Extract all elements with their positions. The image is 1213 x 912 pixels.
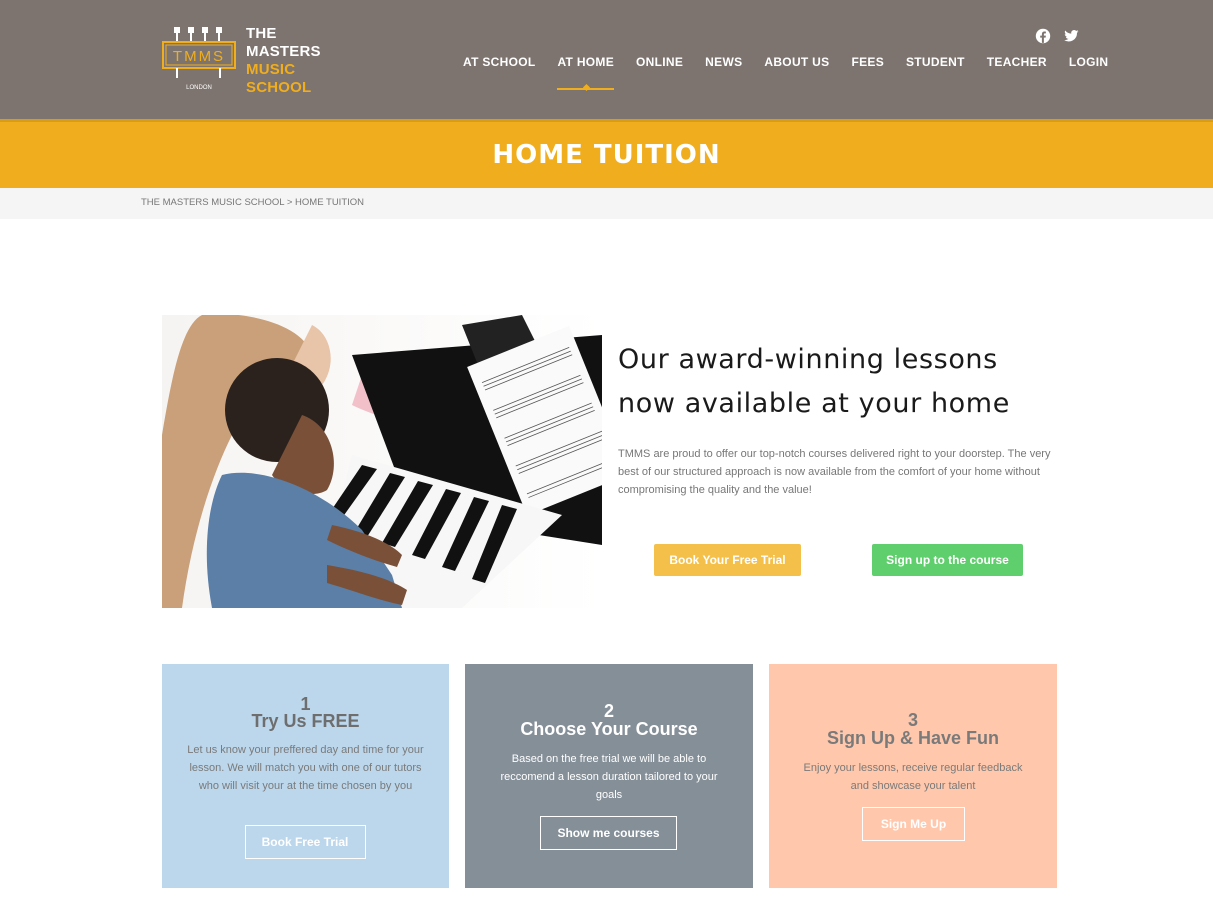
step-card-2: 2 Choose Your Course Based on the free t…	[465, 664, 753, 888]
sign-me-up-button[interactable]: Sign Me Up	[862, 807, 965, 841]
hero-heading-line-2: now available at your home	[618, 388, 1010, 419]
step-number: 3	[907, 710, 918, 730]
site-logo[interactable]: TMMS LONDON THE MASTERS MUSIC SCHOOL	[162, 25, 322, 97]
step-title: Choose Your Course	[520, 719, 698, 739]
logo-mark-text: TMMS	[173, 48, 225, 65]
tmms-logo-mark: TMMS LONDON	[162, 27, 236, 91]
logo-mark-sub: LONDON	[186, 85, 212, 91]
breadcrumb[interactable]: THE MASTERS MUSIC SCHOOL > HOME TUITION	[141, 197, 364, 208]
nav-item-student[interactable]: STUDENT	[906, 55, 965, 69]
step-card-3: 3 Sign Up & Have Fun Enjoy your lessons,…	[769, 664, 1057, 888]
logo-line-2: MASTERS	[246, 43, 321, 60]
step-title: Sign Up & Have Fun	[826, 728, 999, 748]
step-title: Try Us FREE	[251, 711, 360, 731]
nav-item-fees[interactable]: FEES	[851, 55, 884, 69]
facebook-icon[interactable]	[1035, 28, 1051, 44]
sign-up-course-button[interactable]: Sign up to the course	[872, 544, 1023, 576]
step-description: Based on the free trial we will be able …	[500, 753, 718, 801]
piano-lesson-photo	[162, 315, 602, 608]
hero-description: TMMS are proud to offer our top-notch co…	[618, 448, 1051, 496]
nav-item-at-home[interactable]: AT HOME	[557, 55, 614, 90]
main-nav: AT SCHOOL AT HOME ONLINE NEWS ABOUT US FEES ST…	[463, 55, 1109, 90]
hero-heading: Our award-winning lessons now available …	[618, 338, 1058, 426]
nav-item-online[interactable]: ONLINE	[636, 55, 683, 69]
nav-item-teacher[interactable]: TEACHER	[987, 55, 1047, 69]
book-free-trial-card-button[interactable]: Book Free Trial	[244, 825, 366, 859]
logo-wordmark: THE MASTERS MUSIC SCHOOL	[246, 25, 321, 97]
step-description: Let us know your preffered day and time …	[187, 744, 424, 792]
step-card-1: 1 Try Us FREE Let us know your preffered…	[162, 664, 449, 888]
nav-item-news[interactable]: NEWS	[705, 55, 742, 69]
nav-item-login[interactable]: LOGIN	[1069, 55, 1109, 69]
page-title-band: HOME TUITION	[0, 119, 1213, 188]
step-description: Enjoy your lessons, receive regular feed…	[803, 762, 1023, 792]
site-header: TMMS LONDON THE MASTERS MUSIC SCHOOL AT …	[0, 0, 1213, 119]
logo-line-1: THE	[246, 25, 277, 42]
logo-line-4: SCHOOL	[246, 79, 312, 96]
twitter-icon[interactable]	[1063, 28, 1079, 44]
breadcrumb-bar: THE MASTERS MUSIC SCHOOL > HOME TUITION	[0, 188, 1213, 219]
nav-item-at-school[interactable]: AT SCHOOL	[463, 55, 535, 69]
social-links	[1035, 28, 1079, 44]
book-free-trial-button[interactable]: Book Your Free Trial	[654, 544, 801, 576]
hero-heading-line-1: Our award-winning lessons	[618, 344, 998, 375]
logo-line-3: MUSIC	[246, 61, 296, 78]
nav-item-about-us[interactable]: ABOUT US	[764, 55, 829, 69]
step-number: 2	[603, 701, 614, 721]
page-title: HOME TUITION	[492, 140, 721, 170]
show-courses-button[interactable]: Show me courses	[540, 816, 677, 850]
